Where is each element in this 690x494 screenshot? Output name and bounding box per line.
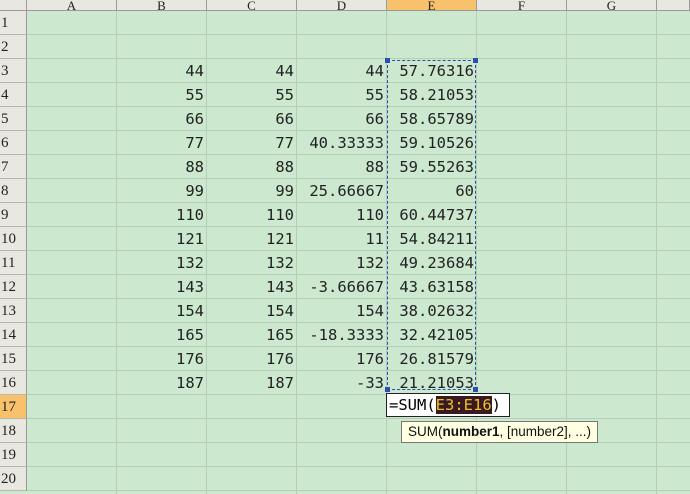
column-header-c[interactable]: C — [207, 0, 297, 11]
cell-b14[interactable]: 165 — [117, 323, 207, 347]
copy-range-marquee — [385, 58, 478, 392]
range-handle-top-right[interactable] — [473, 58, 478, 63]
cell-c3[interactable]: 44 — [207, 59, 297, 83]
row-gridline — [27, 490, 690, 491]
row-header-11[interactable]: 11 — [0, 251, 27, 275]
row-gridline — [27, 34, 690, 35]
row-header-7[interactable]: 7 — [0, 155, 27, 179]
tooltip-remaining-arguments: , [number2], ...) — [499, 424, 592, 439]
row-header-9[interactable]: 9 — [0, 203, 27, 227]
select-all-corner[interactable] — [0, 0, 27, 11]
row-header-6[interactable]: 6 — [0, 131, 27, 155]
cell-b3[interactable]: 44 — [117, 59, 207, 83]
row-gridline — [27, 466, 690, 467]
cell-b12[interactable]: 143 — [117, 275, 207, 299]
range-handle-top-left[interactable] — [385, 58, 390, 63]
row-header-19[interactable]: 19 — [0, 443, 27, 467]
cell-c7[interactable]: 88 — [207, 155, 297, 179]
column-gridline — [656, 11, 657, 494]
cell-c6[interactable]: 77 — [207, 131, 297, 155]
column-header-g[interactable]: G — [567, 0, 657, 11]
cell-d12[interactable]: -3.66667 — [297, 275, 387, 299]
tooltip-function: SUM( — [408, 424, 443, 439]
cell-c14[interactable]: 165 — [207, 323, 297, 347]
cell-d3[interactable]: 44 — [297, 59, 387, 83]
row-header-15[interactable]: 15 — [0, 347, 27, 371]
cell-c12[interactable]: 143 — [207, 275, 297, 299]
row-header-17[interactable]: 17 — [0, 395, 27, 419]
row-gridline — [27, 418, 690, 419]
cell-c4[interactable]: 55 — [207, 83, 297, 107]
column-header-a[interactable]: A — [27, 0, 117, 11]
cell-c15[interactable]: 176 — [207, 347, 297, 371]
cell-c10[interactable]: 121 — [207, 227, 297, 251]
column-header-f[interactable]: F — [477, 0, 567, 11]
spreadsheet-grid[interactable]: ABCDEFG 1 2 3 4 5 6 7 8 9 10 11 12 13 14 15 16 17 18 19 20 … — [0, 0, 690, 494]
column-header-b[interactable]: B — [117, 0, 207, 11]
tooltip-current-argument[interactable]: number1 — [443, 424, 500, 439]
row-header-10[interactable]: 10 — [0, 227, 27, 251]
cell-b8[interactable]: 99 — [117, 179, 207, 203]
row-header-14[interactable]: 14 — [0, 323, 27, 347]
row-header-13[interactable]: 13 — [0, 299, 27, 323]
row-header-18[interactable]: 18 — [0, 419, 27, 443]
row-header-4[interactable]: 4 — [0, 83, 27, 107]
cell-d4[interactable]: 55 — [297, 83, 387, 107]
cell-d5[interactable]: 66 — [297, 107, 387, 131]
formula-suffix: ) — [491, 396, 502, 414]
cell-b4[interactable]: 55 — [117, 83, 207, 107]
column-header-e[interactable]: E — [387, 0, 477, 11]
cell-b10[interactable]: 121 — [117, 227, 207, 251]
cell-b9[interactable]: 110 — [117, 203, 207, 227]
row-header-16[interactable]: 16 — [0, 371, 27, 395]
cell-b11[interactable]: 132 — [117, 251, 207, 275]
cell-b6[interactable]: 77 — [117, 131, 207, 155]
cell-d10[interactable]: 11 — [297, 227, 387, 251]
row-header-1[interactable]: 1 — [0, 11, 27, 35]
column-header-overflow[interactable] — [657, 0, 690, 11]
cell-d15[interactable]: 176 — [297, 347, 387, 371]
cell-d8[interactable]: 25.66667 — [297, 179, 387, 203]
formula-edit-cell[interactable]: =SUM(E3:E16) — [386, 393, 510, 417]
row-header-2[interactable]: 2 — [0, 35, 27, 59]
cell-c11[interactable]: 132 — [207, 251, 297, 275]
cell-c9[interactable]: 110 — [207, 203, 297, 227]
formula-range-reference[interactable]: E3:E16 — [435, 396, 492, 414]
cell-d13[interactable]: 154 — [297, 299, 387, 323]
row-header-5[interactable]: 5 — [0, 107, 27, 131]
cell-d11[interactable]: 132 — [297, 251, 387, 275]
cell-b15[interactable]: 176 — [117, 347, 207, 371]
column-header-d[interactable]: D — [297, 0, 387, 11]
cell-d6[interactable]: 40.33333 — [297, 131, 387, 155]
range-handle-bottom-right[interactable] — [473, 387, 478, 392]
cell-d7[interactable]: 88 — [297, 155, 387, 179]
row-header-8[interactable]: 8 — [0, 179, 27, 203]
cell-b7[interactable]: 88 — [117, 155, 207, 179]
range-handle-bottom-left[interactable] — [385, 387, 390, 392]
cell-c16[interactable]: 187 — [207, 371, 297, 395]
function-argument-tooltip: SUM(number1, [number2], ...) — [401, 421, 599, 443]
cell-b13[interactable]: 154 — [117, 299, 207, 323]
formula-prefix: =SUM( — [389, 396, 436, 414]
cell-b16[interactable]: 187 — [117, 371, 207, 395]
cell-c8[interactable]: 99 — [207, 179, 297, 203]
cell-c13[interactable]: 154 — [207, 299, 297, 323]
cell-d16[interactable]: -33 — [297, 371, 387, 395]
row-header-12[interactable]: 12 — [0, 275, 27, 299]
cell-b5[interactable]: 66 — [117, 107, 207, 131]
cell-d9[interactable]: 110 — [297, 203, 387, 227]
cell-d14[interactable]: -18.3333 — [297, 323, 387, 347]
row-header-20[interactable]: 20 — [0, 467, 27, 491]
row-header-3[interactable]: 3 — [0, 59, 27, 83]
cell-c5[interactable]: 66 — [207, 107, 297, 131]
